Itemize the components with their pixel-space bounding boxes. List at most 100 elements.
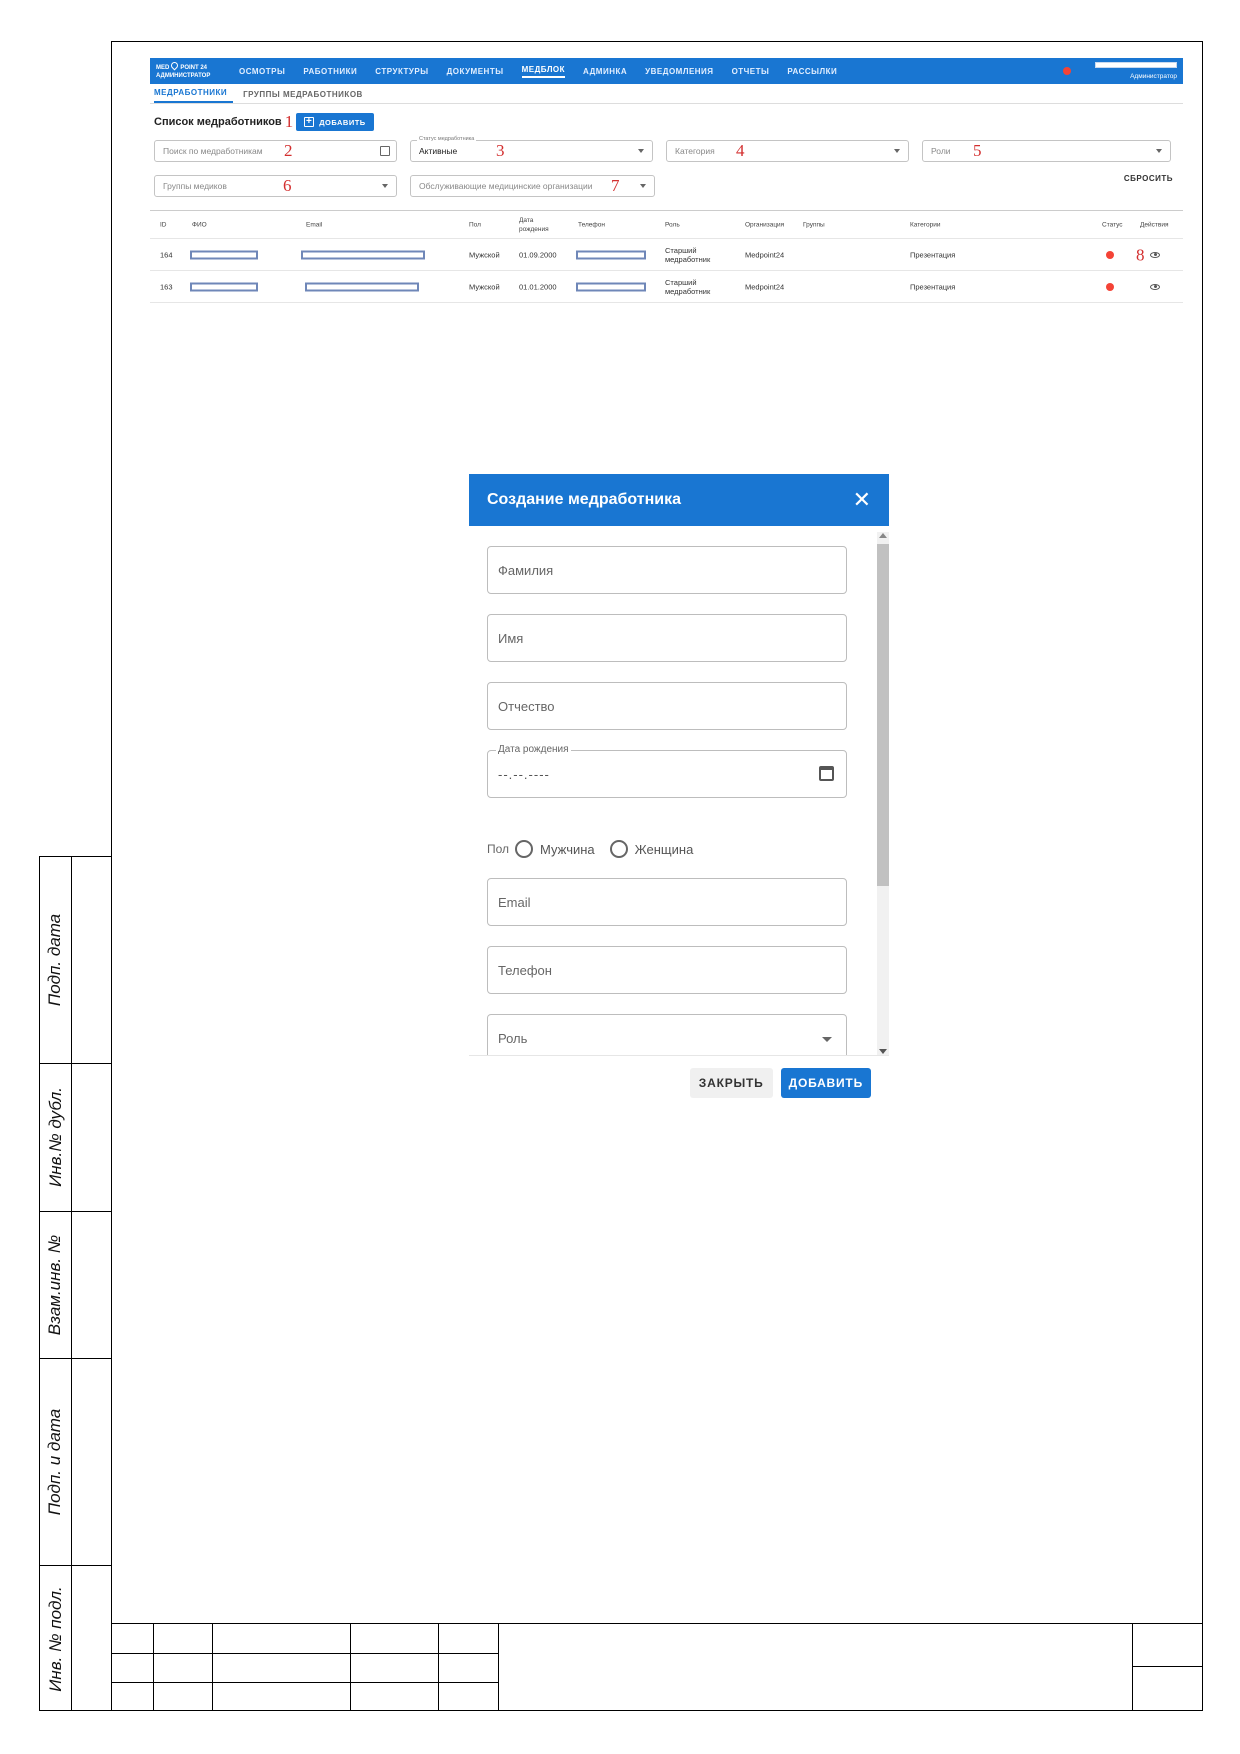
nav-item-notifications[interactable]: УВЕДОМЛЕНИЯ <box>645 67 713 76</box>
row-org: Medpoint24 <box>745 282 785 291</box>
table-row[interactable]: 163 Мужской 01.01.2000 Старший медработн… <box>150 271 1183 303</box>
tab-medworkers[interactable]: МЕДРАБОТНИКИ <box>154 88 234 103</box>
title-block-col <box>350 1624 351 1711</box>
callout-number: 5 <box>973 141 982 160</box>
email-redacted <box>305 282 419 291</box>
page-title: Список медработников <box>154 116 282 128</box>
column-header[interactable]: Пол <box>469 220 481 229</box>
nav-item-structures[interactable]: СТРУКТУРЫ <box>375 67 428 76</box>
nav-item-reports[interactable]: ОТЧЕТЫ <box>732 67 770 76</box>
column-header[interactable]: Роль <box>665 220 680 229</box>
add-button[interactable]: ДОБАВИТЬ <box>780 1068 871 1098</box>
calendar-icon[interactable] <box>819 766 834 781</box>
radio-male[interactable] <box>515 840 534 858</box>
scrollbar-thumb[interactable] <box>877 544 889 886</box>
view-eye-icon[interactable] <box>1150 283 1160 290</box>
dialog-title: Создание медработника <box>487 491 682 508</box>
tab-medworker-groups[interactable]: ГРУППЫ МЕДРАБОТНИКОВ <box>243 90 369 103</box>
column-header[interactable]: ID <box>160 220 167 229</box>
side-label-replace-inv: Взам.инв. № <box>45 1234 65 1335</box>
nav-item-medblock[interactable]: МЕДБЛОК <box>521 65 566 78</box>
callout-number: 7 <box>611 176 620 195</box>
notification-dot-icon[interactable] <box>1063 67 1071 75</box>
last-name-placeholder: Фамилия <box>498 562 554 578</box>
search-input[interactable]: Поиск по медработникам 2 <box>154 140 397 162</box>
column-header[interactable]: Организация <box>745 220 784 229</box>
side-label-sign-date: Подп. дата <box>45 913 65 1007</box>
scroll-down-icon[interactable] <box>879 1049 887 1054</box>
row-category: Презентация <box>910 282 956 291</box>
column-header[interactable]: Телефон <box>578 220 605 229</box>
row-id: 164 <box>160 250 173 259</box>
last-name-field[interactable]: Фамилия <box>487 546 847 594</box>
close-icon[interactable]: ✕ <box>853 489 871 511</box>
nav-item-mailings[interactable]: РАССЫЛКИ <box>787 67 837 76</box>
side-label-dup-inv: Инв.№ дубл. <box>45 1087 65 1187</box>
nav-item-exams[interactable]: ОСМОТРЫ <box>239 67 285 76</box>
chevron-down-icon <box>1156 149 1162 153</box>
title-block-row <box>1132 1666 1203 1667</box>
groups-placeholder: Группы медиков <box>163 181 227 191</box>
email-redacted <box>301 250 425 259</box>
chevron-down-icon <box>822 1037 832 1042</box>
nav-item-workers[interactable]: РАБОТНИКИ <box>303 67 357 76</box>
email-placeholder: Email <box>498 894 531 910</box>
first-name-field[interactable]: Имя <box>487 614 847 662</box>
patronymic-field[interactable]: Отчество <box>487 682 847 730</box>
status-select[interactable]: Статус медработника Активные 3 <box>410 136 653 162</box>
groups-select[interactable]: Группы медиков 6 <box>154 175 397 197</box>
reset-filters-button[interactable]: СБРОСИТЬ <box>1124 174 1173 183</box>
radio-male-label[interactable]: Мужчина <box>540 842 595 857</box>
column-header[interactable]: Действия <box>1140 220 1168 229</box>
callout-number: 2 <box>284 141 293 160</box>
medworkers-table: ID ФИО Email Пол Дата рождения Телефон Р… <box>150 210 1183 303</box>
app-logo: MED POINT 24 АДМИНИСТРАТОР <box>156 60 224 80</box>
user-role: Администратор <box>1130 73 1177 80</box>
column-header[interactable]: Статус <box>1102 220 1123 229</box>
phone-field[interactable]: Телефон <box>487 946 847 994</box>
row-birth: 01.01.2000 <box>519 282 557 291</box>
view-eye-icon[interactable] <box>1150 251 1160 258</box>
search-calendar-icon[interactable] <box>380 146 390 156</box>
column-header[interactable]: Дата рождения <box>519 216 555 234</box>
nav-item-admin[interactable]: АДМИНКА <box>583 67 627 76</box>
side-stamp-table: Подп. дата Инв.№ дубл. Взам.инв. № Подп.… <box>39 856 111 1711</box>
column-header[interactable]: Email <box>306 220 322 229</box>
chevron-down-icon <box>640 184 646 188</box>
filters-panel: Поиск по медработникам 2 Статус медработ… <box>150 132 1183 212</box>
service-orgs-select[interactable]: Обслуживающие медицинские организации 7 <box>410 175 655 197</box>
email-field[interactable]: Email <box>487 878 847 926</box>
user-menu[interactable]: Администратор <box>1093 60 1177 82</box>
table-row[interactable]: 164 Мужской 01.09.2000 Старший медработн… <box>150 239 1183 271</box>
roles-placeholder: Роли <box>931 146 951 156</box>
row-role: Старший медработник <box>665 245 711 264</box>
row-org: Medpoint24 <box>745 250 785 259</box>
birth-date-field[interactable]: Дата рождения --.--.---- <box>487 744 847 798</box>
fio-redacted <box>190 282 258 291</box>
scroll-up-icon[interactable] <box>879 533 887 538</box>
column-header[interactable]: Категории <box>910 220 941 229</box>
add-medworker-button[interactable]: + ДОБАВИТЬ <box>296 113 374 131</box>
column-header[interactable]: Группы <box>803 220 825 229</box>
category-select[interactable]: Категория 4 <box>666 140 909 162</box>
table-header-row: ID ФИО Email Пол Дата рождения Телефон Р… <box>150 211 1183 239</box>
radio-female-label[interactable]: Женщина <box>635 842 694 857</box>
search-placeholder: Поиск по медработникам <box>163 146 263 156</box>
role-select[interactable]: Роль <box>487 1014 847 1055</box>
radio-female[interactable] <box>609 840 628 858</box>
category-placeholder: Категория <box>675 146 715 156</box>
row-id: 163 <box>160 282 173 291</box>
list-header: Список медработников 1 + ДОБАВИТЬ <box>150 112 1183 132</box>
close-button[interactable]: ЗАКРЫТЬ <box>689 1068 773 1098</box>
app-screenshot: MED POINT 24 АДМИНИСТРАТОР ОСМОТРЫ РАБОТН… <box>150 58 1183 308</box>
status-legend: Статус медработника <box>417 136 477 142</box>
chevron-down-icon <box>638 149 644 153</box>
callout-number: 3 <box>496 141 505 160</box>
nav-item-documents[interactable]: ДОКУМЕНТЫ <box>447 67 504 76</box>
dialog-scrollbar[interactable] <box>877 532 889 1055</box>
roles-select[interactable]: Роли 5 <box>922 140 1171 162</box>
column-header[interactable]: ФИО <box>192 220 207 229</box>
status-dot-icon <box>1106 250 1114 259</box>
service-orgs-placeholder: Обслуживающие медицинские организации <box>419 181 593 191</box>
gender-label: Пол <box>487 842 510 856</box>
